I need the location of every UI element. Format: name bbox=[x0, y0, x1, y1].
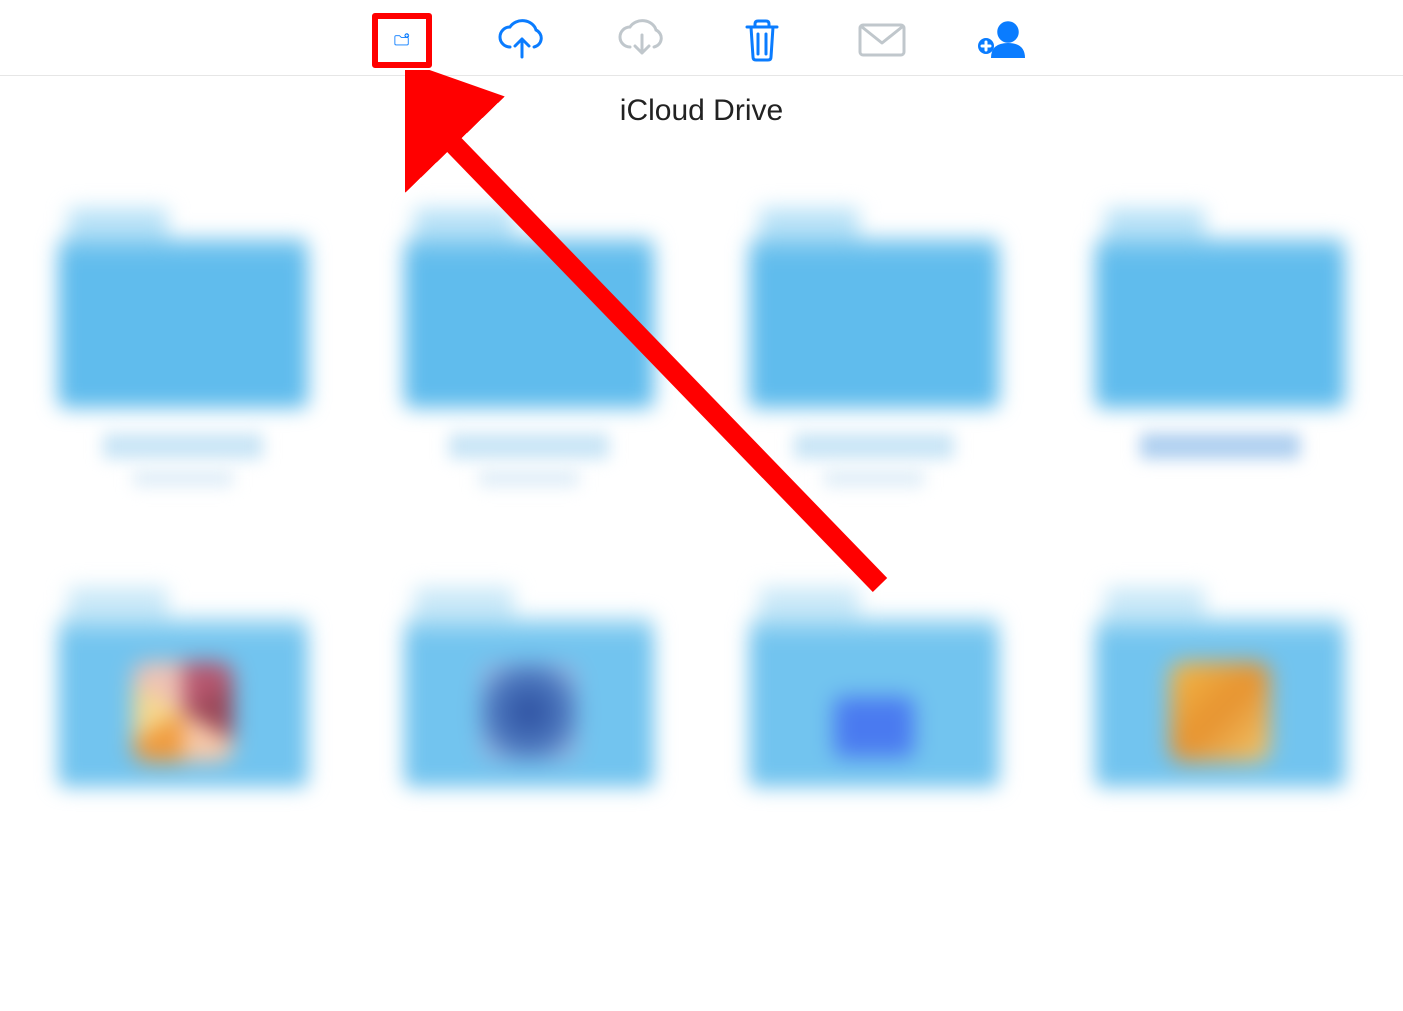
app-folder-item[interactable] bbox=[40, 587, 326, 787]
folder-label-obscured bbox=[794, 433, 954, 459]
share-button[interactable] bbox=[972, 13, 1032, 68]
envelope-icon bbox=[857, 21, 907, 59]
app-badge-icon bbox=[133, 662, 233, 762]
folder-item[interactable] bbox=[40, 208, 326, 487]
new-folder-icon bbox=[394, 19, 410, 61]
delete-button[interactable] bbox=[732, 13, 792, 68]
folder-icon bbox=[404, 208, 654, 408]
app-badge-icon bbox=[479, 662, 579, 762]
app-badge-icon bbox=[1170, 662, 1270, 762]
app-badge-icon bbox=[834, 697, 914, 757]
folder-icon bbox=[1095, 208, 1345, 408]
folder-icon bbox=[58, 208, 308, 408]
download-button bbox=[612, 13, 672, 68]
file-grid bbox=[0, 128, 1403, 787]
app-folder-item[interactable] bbox=[732, 587, 1018, 787]
folder-label-obscured bbox=[449, 433, 609, 459]
trash-icon bbox=[741, 17, 783, 63]
folder-label-obscured bbox=[103, 433, 263, 459]
folder-sublabel-obscured bbox=[133, 469, 233, 487]
folder-icon bbox=[1095, 587, 1345, 787]
email-button bbox=[852, 13, 912, 68]
cloud-download-icon bbox=[616, 17, 668, 63]
location-title-row: iCloud Drive bbox=[0, 76, 1403, 128]
folder-item[interactable] bbox=[732, 208, 1018, 487]
folder-item[interactable] bbox=[386, 208, 672, 487]
app-folder-item[interactable] bbox=[386, 587, 672, 787]
folder-item[interactable] bbox=[1077, 208, 1363, 487]
upload-button[interactable] bbox=[492, 13, 552, 68]
folder-label-obscured bbox=[1140, 433, 1300, 459]
add-people-icon bbox=[976, 18, 1028, 62]
cloud-upload-icon bbox=[496, 17, 548, 63]
location-title: iCloud Drive bbox=[620, 94, 783, 127]
folder-sublabel-obscured bbox=[479, 469, 579, 487]
folder-sublabel-obscured bbox=[824, 469, 924, 487]
toolbar bbox=[0, 0, 1403, 76]
new-folder-button[interactable] bbox=[372, 13, 432, 68]
folder-icon bbox=[58, 587, 308, 787]
app-folder-item[interactable] bbox=[1077, 587, 1363, 787]
folder-icon bbox=[749, 587, 999, 787]
folder-icon bbox=[404, 587, 654, 787]
folder-icon bbox=[749, 208, 999, 408]
